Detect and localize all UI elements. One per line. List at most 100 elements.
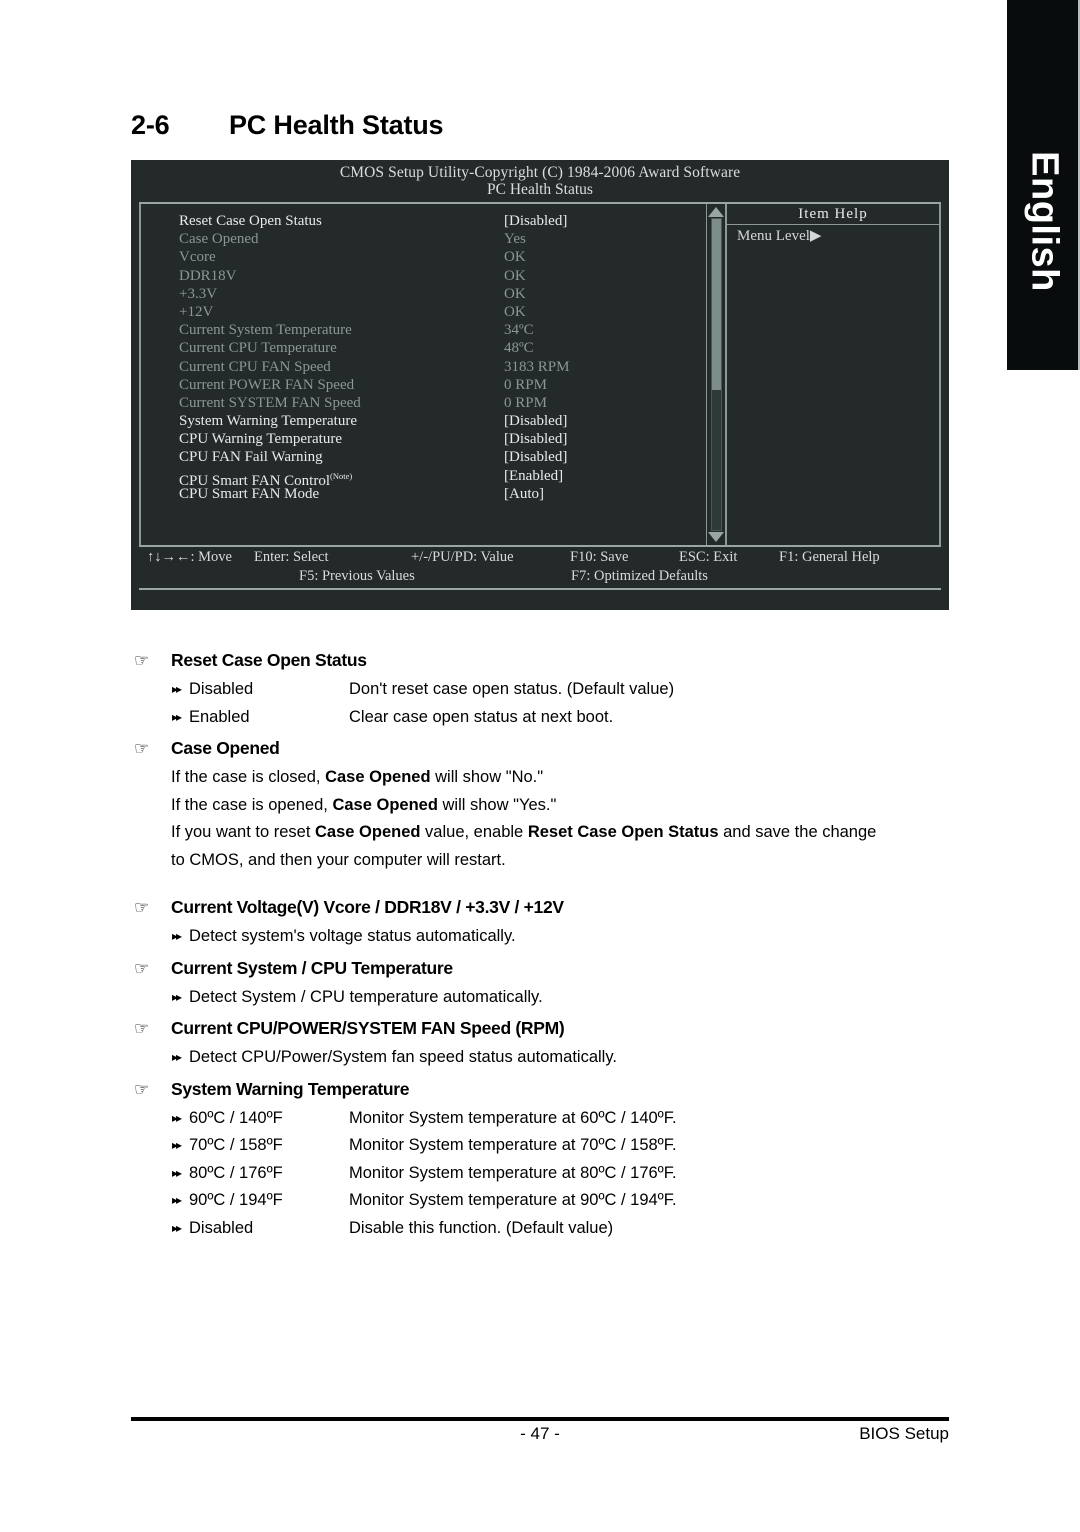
option-name: 90ºC / 194ºF — [189, 1191, 283, 1209]
bios-row-note-marker: (Note) — [330, 470, 353, 481]
pointing-hand-icon: ☞ — [134, 739, 149, 758]
bios-row[interactable]: Vcore OK — [179, 248, 706, 266]
bios-row-label: Current CPU FAN Speed — [179, 358, 331, 375]
bios-row[interactable]: Current System Temperature 34ºC — [179, 321, 706, 339]
bios-row-label: Current CPU Temperature — [179, 340, 337, 357]
option-row: ▸▸ 70ºC / 158ºF Monitor System temperatur… — [131, 1132, 961, 1160]
bios-key-legend: ↑↓→←: Move Enter: Select +/-/PU/PD: Valu… — [139, 548, 941, 590]
section-system-warning-temperature: ☞ System Warning Temperature ▸▸ 60ºC / 1… — [131, 1074, 961, 1243]
section-current-temperature: ☞ Current System / CPU Temperature ▸▸ De… — [131, 953, 961, 1012]
bios-row[interactable]: Current CPU FAN Speed 3183 RPM — [179, 358, 706, 376]
key-enter: Enter: Select — [254, 549, 329, 565]
bios-row-value: OK — [504, 249, 526, 266]
bios-row[interactable]: DDR18V OK — [179, 267, 706, 285]
section-heading: ☞ Current System / CPU Temperature — [131, 953, 961, 984]
bios-row-value[interactable]: [Disabled] — [504, 430, 567, 448]
key-value: +/-/PU/PD: Value — [411, 549, 514, 565]
bios-row[interactable]: System Warning Temperature [Disabled] — [179, 412, 706, 430]
bios-row-value: 48ºC — [504, 340, 534, 357]
option-name: Disabled — [189, 680, 254, 698]
section-heading-label: Current Voltage(V) Vcore / DDR18V / +3.3… — [171, 897, 564, 917]
bios-key-legend-row: ↑↓→←: Move Enter: Select +/-/PU/PD: Valu… — [139, 548, 941, 567]
option-name: 80ºC / 176ºF — [189, 1163, 283, 1182]
option-name: Disabled — [189, 1218, 254, 1237]
bios-row[interactable]: Reset Case Open Status [Disabled] — [179, 212, 706, 230]
option-description: Detect System / CPU temperature automati… — [189, 987, 543, 1006]
double-arrow-icon: ▸▸ — [172, 709, 182, 724]
bios-row[interactable]: Current POWER FAN Speed 0 RPM — [179, 376, 706, 394]
bios-row[interactable]: Current SYSTEM FAN Speed 0 RPM — [179, 394, 706, 412]
double-arrow-icon: ▸▸ — [172, 1165, 182, 1180]
option-description: Monitor System temperature at 80ºC / 176… — [349, 1163, 677, 1182]
bios-row[interactable]: Case Opened Yes — [179, 230, 706, 248]
key-f1: F1: General Help — [779, 549, 880, 565]
double-arrow-icon: ▸▸ — [172, 1193, 182, 1207]
paragraph-line: If the case is closed, Case Opened will … — [131, 764, 961, 792]
section-heading-label: Case Opened — [171, 738, 280, 758]
bios-settings-panel: Reset Case Open Status [Disabled] Case O… — [139, 204, 707, 545]
bios-row-label: CPU FAN Fail Warning — [179, 449, 323, 466]
key-f7: F7: Optimized Defaults — [571, 568, 708, 584]
scrollbar-thumb[interactable] — [711, 219, 721, 391]
bios-row[interactable]: CPU Warning Temperature [Disabled] — [179, 430, 706, 448]
bios-row[interactable]: CPU Smart FAN Mode [Auto] — [179, 485, 706, 503]
section-heading-label: Reset Case Open Status — [171, 650, 367, 670]
option-row: ▸▸ 90ºC / 194ºF Monitor System temperatur… — [131, 1187, 961, 1215]
section-heading: ☞ Current CPU/POWER/SYSTEM FAN Speed (RP… — [131, 1013, 961, 1044]
bios-row-label: CPU Smart FAN Mode — [179, 485, 320, 502]
scroll-down-arrow-icon[interactable] — [708, 532, 724, 542]
section-number: 2-6 — [131, 110, 170, 140]
pointing-hand-icon: ☞ — [134, 958, 149, 978]
language-tab-label: English — [1023, 151, 1065, 292]
bios-row[interactable]: Current CPU Temperature 48ºC — [179, 339, 706, 357]
section-reset-case-open-status: ☞ Reset Case Open Status ▸▸ Disabled Don'… — [131, 645, 961, 731]
bios-row-value[interactable]: [Auto] — [504, 485, 544, 503]
page-title: 2-6 PC Health Status — [131, 110, 444, 141]
text-emphasis: Reset Case Open Status — [527, 823, 719, 841]
pointing-hand-icon: ☞ — [134, 898, 149, 917]
section-heading-label: Current CPU/POWER/SYSTEM FAN Speed (RPM) — [171, 1018, 565, 1038]
bios-row-value: 34ºC — [504, 322, 534, 339]
bios-row-label: Current POWER FAN Speed — [179, 376, 355, 393]
option-name: 60ºC / 140ºF — [189, 1108, 283, 1127]
bios-key-legend-row: F5: Previous Values F7: Optimized Defaul… — [139, 567, 941, 586]
bios-row-label: Current System Temperature — [179, 322, 352, 339]
bios-row-value[interactable]: [Disabled] — [504, 412, 567, 430]
bios-row-label: Reset Case Open Status — [179, 213, 322, 229]
paragraph-line: to CMOS, and then your computer will res… — [171, 850, 506, 869]
option-name: Enabled — [189, 707, 250, 726]
bios-row-value: OK — [504, 285, 526, 302]
text-emphasis: Case Opened — [315, 823, 421, 841]
text-fragment: will show "Yes." — [437, 795, 557, 814]
bios-row[interactable]: +12V OK — [179, 303, 706, 321]
bios-row-label: CPU Warning Temperature — [179, 431, 342, 448]
bios-row-label: Current SYSTEM FAN Speed — [179, 394, 361, 411]
section-current-voltage: ☞ Current Voltage(V) Vcore / DDR18V / +3… — [131, 892, 961, 951]
bios-row-value: Yes — [504, 231, 526, 248]
scrollbar-track[interactable] — [710, 218, 722, 531]
bios-page-title: PC Health Status — [487, 181, 593, 198]
section-current-fan-speed: ☞ Current CPU/POWER/SYSTEM FAN Speed (RP… — [131, 1013, 961, 1072]
option-description: Monitor System temperature at 90ºC / 194… — [349, 1191, 677, 1209]
bios-scrollbar[interactable] — [707, 204, 727, 545]
bios-row[interactable]: CPU Smart FAN Control(Note) [Enabled] — [179, 467, 706, 489]
bios-row-value[interactable]: [Disabled] — [504, 448, 567, 466]
section-heading-label: System Warning Temperature — [171, 1078, 410, 1099]
option-row: ▸▸ Detect System / CPU temperature autom… — [131, 984, 961, 1012]
section-heading-label: Current System / CPU Temperature — [171, 957, 453, 978]
option-description: Monitor System temperature at 60ºC / 140… — [349, 1108, 677, 1127]
bios-body: Reset Case Open Status [Disabled] Case O… — [139, 202, 941, 547]
bios-row[interactable]: CPU FAN Fail Warning [Disabled] — [179, 448, 706, 466]
footer-section-label: BIOS Setup — [859, 1424, 949, 1443]
double-arrow-icon: ▸▸ — [172, 989, 182, 1004]
language-side-tab: English — [1007, 0, 1080, 370]
bios-row-value: 3183 RPM — [504, 358, 570, 375]
bios-row-value[interactable]: [Enabled] — [504, 467, 563, 485]
paragraph-line: If you want to reset Case Opened value, … — [131, 819, 961, 847]
double-arrow-icon: ▸▸ — [172, 929, 182, 943]
option-row: ▸▸ 80ºC / 176ºF Monitor System temperatur… — [131, 1160, 961, 1188]
menu-level-label: Menu Level▶ — [737, 228, 822, 244]
scroll-up-arrow-icon[interactable] — [708, 207, 724, 217]
bios-row-value[interactable]: [Disabled] — [504, 212, 567, 230]
bios-row[interactable]: +3.3V OK — [179, 285, 706, 303]
